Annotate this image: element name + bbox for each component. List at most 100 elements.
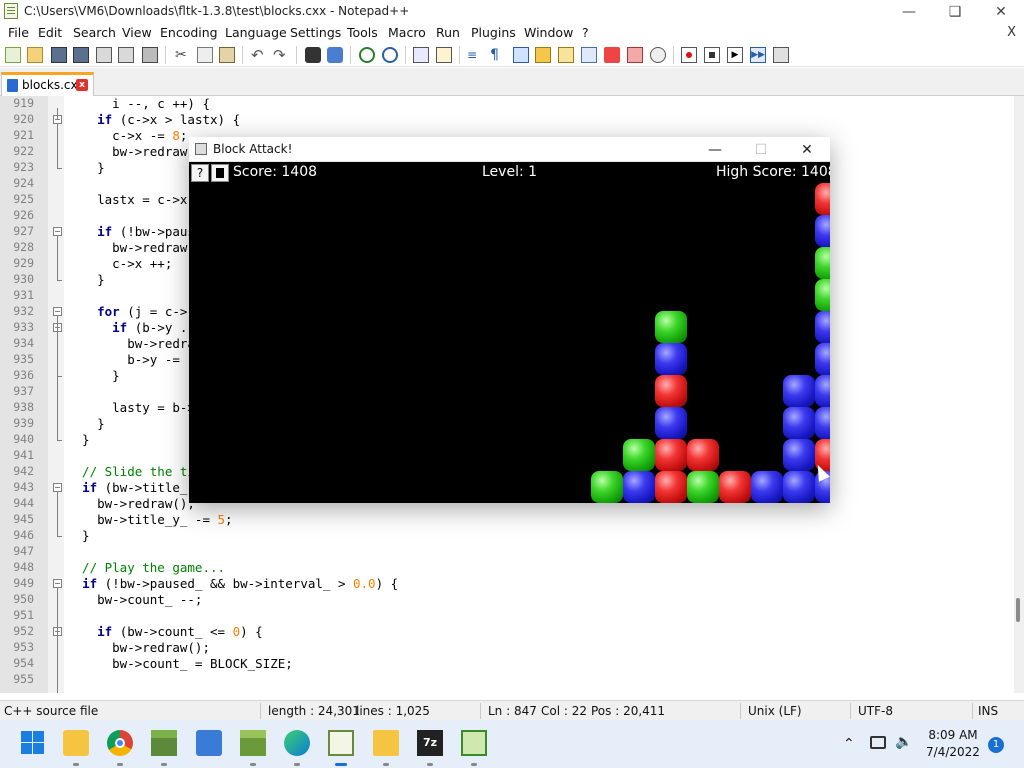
fold-marker-icon[interactable] xyxy=(53,483,62,492)
game-close-button[interactable]: ✕ xyxy=(784,137,830,162)
code-line[interactable]: i --, c ++) { xyxy=(67,96,210,111)
code-line[interactable]: bw->title_y_ -= 5; xyxy=(67,512,232,527)
monitoring-icon[interactable] xyxy=(650,47,666,63)
menu-tools[interactable]: Tools xyxy=(347,25,378,40)
document-list-icon[interactable] xyxy=(581,47,597,63)
print-icon[interactable] xyxy=(142,47,158,63)
code-line[interactable]: c->x ++; xyxy=(67,256,172,271)
menu-run[interactable]: Run xyxy=(436,25,460,40)
code-line[interactable]: } xyxy=(67,160,105,175)
find-icon[interactable] xyxy=(305,47,321,63)
fold-marker-icon[interactable] xyxy=(53,579,62,588)
sync-vertical-icon[interactable] xyxy=(413,47,429,63)
code-line[interactable]: } xyxy=(67,432,90,447)
copy-icon[interactable] xyxy=(197,47,213,63)
edge-icon[interactable] xyxy=(284,730,310,756)
playback-macro-icon[interactable]: ▶ xyxy=(727,47,743,63)
code-line[interactable]: bw->count_ --; xyxy=(67,592,202,607)
code-line[interactable]: lastx = c->x; xyxy=(67,192,195,207)
pause-button[interactable] xyxy=(211,164,229,182)
network-icon[interactable] xyxy=(870,736,886,749)
code-line[interactable]: c->x -= 8; xyxy=(67,128,187,143)
menu-search[interactable]: Search xyxy=(73,25,116,40)
save-all-icon[interactable] xyxy=(73,47,89,63)
cut-icon[interactable]: ✂ xyxy=(175,47,191,63)
menu-language[interactable]: Language xyxy=(225,25,287,40)
minecraft-icon[interactable] xyxy=(151,730,177,756)
word-wrap-icon[interactable]: ≡ xyxy=(467,47,483,63)
code-line[interactable]: } xyxy=(67,368,120,383)
indent-guide-icon[interactable] xyxy=(513,47,529,63)
code-line[interactable]: bw->redraw(); xyxy=(67,640,210,655)
fold-marker-icon[interactable] xyxy=(53,227,62,236)
blue-block xyxy=(655,407,687,439)
code-line[interactable]: } xyxy=(67,272,105,287)
paste-icon[interactable] xyxy=(219,47,235,63)
code-line[interactable]: if (c->x > lastx) { xyxy=(67,112,240,127)
new-file-icon[interactable] xyxy=(5,47,21,63)
menu-view[interactable]: View xyxy=(122,25,152,40)
game-minimize-button[interactable]: — xyxy=(692,137,738,162)
stop-recording-icon[interactable] xyxy=(704,47,720,63)
clock-time[interactable]: 8:09 AM xyxy=(918,728,988,742)
menu-window[interactable]: Window xyxy=(524,25,573,40)
save-macro-icon[interactable] xyxy=(773,47,789,63)
zoom-out-icon[interactable] xyxy=(382,47,398,63)
notification-badge[interactable]: 1 xyxy=(988,737,1004,753)
menu-plugins[interactable]: Plugins xyxy=(471,25,516,40)
code-line[interactable]: } xyxy=(67,416,105,431)
tab-close-icon[interactable]: x xyxy=(76,79,88,91)
minimize-button[interactable]: — xyxy=(886,0,932,23)
file-explorer-icon[interactable] xyxy=(63,730,89,756)
zoom-in-icon[interactable] xyxy=(359,47,375,63)
notepad-plus-plus-icon[interactable] xyxy=(328,730,354,756)
chrome-icon[interactable] xyxy=(107,730,133,756)
close-file-icon[interactable] xyxy=(96,47,112,63)
clock-date[interactable]: 7/4/2022 xyxy=(918,745,988,759)
run-macro-multiple-icon[interactable]: ▶▶ xyxy=(750,47,766,63)
minecraft-launcher-icon[interactable] xyxy=(240,730,266,756)
user-defined-language-icon[interactable] xyxy=(535,47,551,63)
store-icon[interactable] xyxy=(196,730,222,756)
open-file-icon[interactable] xyxy=(27,47,43,63)
code-line[interactable]: if (bw->count_ <= 0) { xyxy=(67,624,263,639)
undo-icon[interactable]: ↶ xyxy=(251,47,267,63)
record-macro-icon[interactable] xyxy=(681,47,697,63)
menu-macro[interactable]: Macro xyxy=(388,25,426,40)
code-line[interactable]: if (b->y ... xyxy=(67,320,202,335)
close-all-icon[interactable] xyxy=(118,47,134,63)
7zip-icon[interactable]: 7z xyxy=(417,730,443,756)
tab-blocks-cxx[interactable]: blocks.cxx x xyxy=(1,72,94,96)
menu-encoding[interactable]: Encoding xyxy=(160,25,218,40)
code-line[interactable]: bw->count_ = BLOCK_SIZE; xyxy=(67,656,293,671)
game-board[interactable]: ? Score: 1408 Level: 1 High Score: 1408 xyxy=(189,162,830,503)
code-line[interactable]: bw->redraw(); xyxy=(67,496,195,511)
block-attack-window[interactable]: Block Attack! — ☐ ✕ ? Score: 1408 Level:… xyxy=(189,137,830,503)
replace-icon[interactable] xyxy=(327,47,343,63)
show-all-characters-icon[interactable]: ¶ xyxy=(490,47,506,63)
code-line[interactable]: } xyxy=(67,528,90,543)
close-button[interactable]: ✕ xyxy=(978,0,1024,23)
volume-icon[interactable]: 🔈 xyxy=(895,734,912,750)
start-icon[interactable] xyxy=(20,730,46,756)
sync-horizontal-icon[interactable] xyxy=(436,47,452,63)
redo-icon[interactable]: ↷ xyxy=(273,47,289,63)
folder-as-workspace-icon[interactable] xyxy=(627,47,643,63)
spreadsheet-icon[interactable] xyxy=(461,730,487,756)
folder-icon[interactable] xyxy=(373,730,399,756)
chevron-up-icon[interactable]: ⌃ xyxy=(843,736,855,752)
function-list-icon[interactable] xyxy=(604,47,620,63)
menu-file[interactable]: File xyxy=(8,25,29,40)
maximize-button[interactable]: ❑ xyxy=(932,0,978,23)
code-line[interactable]: // Play the game... xyxy=(67,560,225,575)
menu-help[interactable]: ? xyxy=(582,25,589,40)
menu-settings[interactable]: Settings xyxy=(290,25,341,40)
menu-edit[interactable]: Edit xyxy=(38,25,62,40)
help-button[interactable]: ? xyxy=(191,164,209,182)
save-icon[interactable] xyxy=(51,47,67,63)
fold-marker-icon[interactable] xyxy=(53,307,62,316)
code-line[interactable]: if (!bw->paused_ && bw->interval_ > 0.0)… xyxy=(67,576,398,591)
scrollbar-thumb[interactable] xyxy=(1016,598,1020,622)
document-map-icon[interactable] xyxy=(558,47,574,63)
close-document-button[interactable]: X xyxy=(1007,25,1016,40)
